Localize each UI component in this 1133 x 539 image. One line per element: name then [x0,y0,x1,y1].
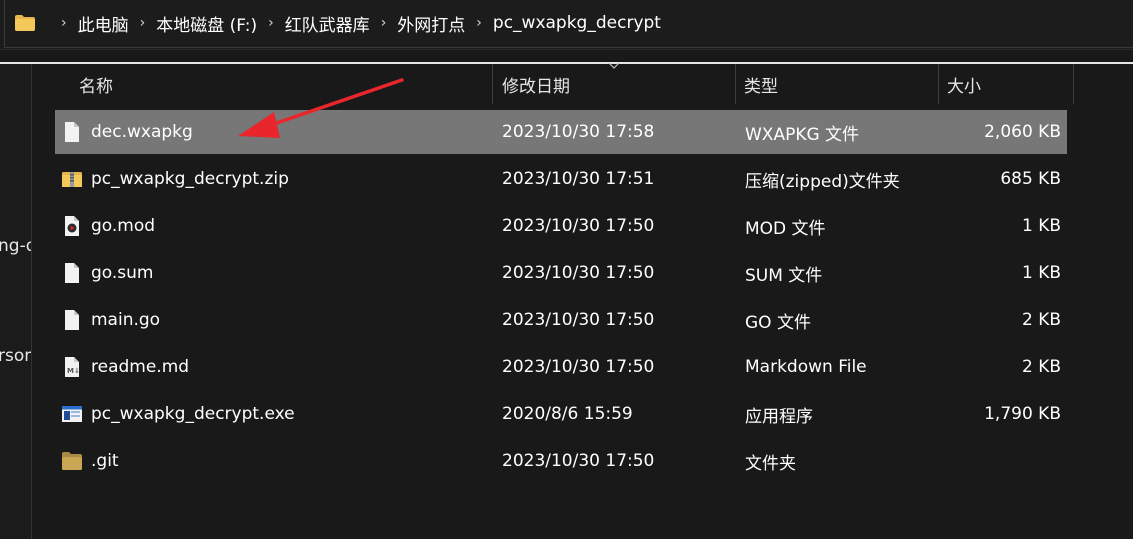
markdown-file-icon: M↓ [65,357,80,377]
svg-text:M↓: M↓ [67,367,80,375]
folder-icon [15,15,35,31]
column-divider[interactable] [938,64,939,104]
file-type: 应用程序 [745,406,813,427]
file-type: WXAPKG 文件 [745,124,860,145]
file-size: 1,790 KB [984,404,1061,424]
file-type: 文件夹 [745,453,796,474]
column-header-type[interactable]: 类型 [744,64,778,104]
file-type: SUM 文件 [745,265,823,286]
chevron-right-icon[interactable]: › [372,15,396,31]
breadcrumb-item[interactable]: 外网打点 [395,11,467,36]
sort-caret-icon [608,62,620,69]
file-size: 685 KB [1000,169,1061,189]
file-name: go.mod [91,216,156,236]
breadcrumb-item[interactable]: 此电脑 [76,11,131,36]
column-divider[interactable] [492,64,493,104]
file-explorer-window: › 此电脑 › 本地磁盘 (F:) › 红队武器库 › 外网打点 › pc_wxapkg_decr… [0,0,1133,539]
file-type: 压缩(zipped)文件夹 [745,171,900,192]
file-size: 2 KB [1021,310,1061,330]
file-row[interactable]: pc_wxapkg_decrypt.exe 2020/8/6 15:59 应用程序 1… [55,392,1067,436]
column-header-name[interactable]: 名称 [79,64,113,104]
file-name: .git [91,451,119,471]
file-size: 1 KB [1021,216,1061,236]
file-date: 2023/10/30 17:50 [502,263,655,283]
file-size: 2,060 KB [984,122,1061,142]
file-type: GO 文件 [745,312,811,333]
file-date: 2023/10/30 17:51 [502,169,655,189]
folder-icon [62,452,82,470]
breadcrumb-item[interactable]: 红队武器库 [283,11,372,36]
nav-item-fragment[interactable]: ng-d [0,236,31,256]
file-row[interactable]: M↓ readme.md 2023/10/30 17:50 Markdown File… [55,345,1067,389]
column-divider[interactable] [735,64,736,104]
file-row[interactable]: pc_wxapkg_decrypt.zip 2023/10/30 17:51 压缩(… [55,157,1067,201]
file-size: 2 KB [1021,357,1061,377]
nav-item-fragment[interactable]: rsona [0,346,31,366]
zip-icon [62,172,82,187]
file-row[interactable]: .git 2023/10/30 17:50 文件夹 [55,439,1067,483]
navigation-pane[interactable]: ng-d rsona [0,64,32,539]
file-date: 2020/8/6 15:59 [502,404,633,424]
file-name: main.go [91,310,161,330]
file-date: 2023/10/30 17:50 [502,216,655,236]
chevron-right-icon[interactable]: › [131,15,155,31]
address-bar[interactable]: › 此电脑 › 本地磁盘 (F:) › 红队武器库 › 外网打点 › pc_wxapkg_decr… [0,0,1133,50]
media-file-icon [65,216,79,236]
breadcrumb: › 此电脑 › 本地磁盘 (F:) › 红队武器库 › 外网打点 › pc_wxapkg_decr… [14,0,663,46]
breadcrumb-item[interactable]: 本地磁盘 (F:) [154,11,259,36]
column-header-size[interactable]: 大小 [947,64,981,104]
file-type: Markdown File [745,357,867,377]
chevron-right-icon[interactable]: › [52,15,76,31]
file-name: readme.md [91,357,190,377]
file-row[interactable]: go.sum 2023/10/30 17:50 SUM 文件 1 KB [55,251,1067,295]
column-divider[interactable] [1073,64,1074,104]
file-row[interactable]: go.mod 2023/10/30 17:50 MOD 文件 1 KB [55,204,1067,248]
file-row[interactable]: main.go 2023/10/30 17:50 GO 文件 2 KB [55,298,1067,342]
column-header-date[interactable]: 修改日期 [502,64,570,104]
chevron-right-icon[interactable]: › [467,15,491,31]
chevron-right-icon[interactable]: › [259,15,283,31]
file-name: pc_wxapkg_decrypt.exe [91,404,295,424]
file-name: go.sum [91,263,154,283]
file-date: 2023/10/30 17:50 [502,310,655,330]
file-size: 1 KB [1021,263,1061,283]
file-name: pc_wxapkg_decrypt.zip [91,169,289,189]
file-type: MOD 文件 [745,218,826,239]
file-date: 2023/10/30 17:58 [502,122,655,142]
breadcrumb-item[interactable]: pc_wxapkg_decrypt [491,13,663,33]
exe-icon [62,406,82,422]
file-date: 2023/10/30 17:50 [502,357,655,377]
column-header: 名称 修改日期 类型 大小 [33,64,1133,104]
file-name: dec.wxapkg [91,122,193,142]
file-icon [65,310,79,330]
file-icon [65,263,79,283]
file-row[interactable]: dec.wxapkg 2023/10/30 17:58 WXAPKG 文件 2,060… [55,110,1067,154]
file-icon [65,122,79,142]
file-date: 2023/10/30 17:50 [502,451,655,471]
